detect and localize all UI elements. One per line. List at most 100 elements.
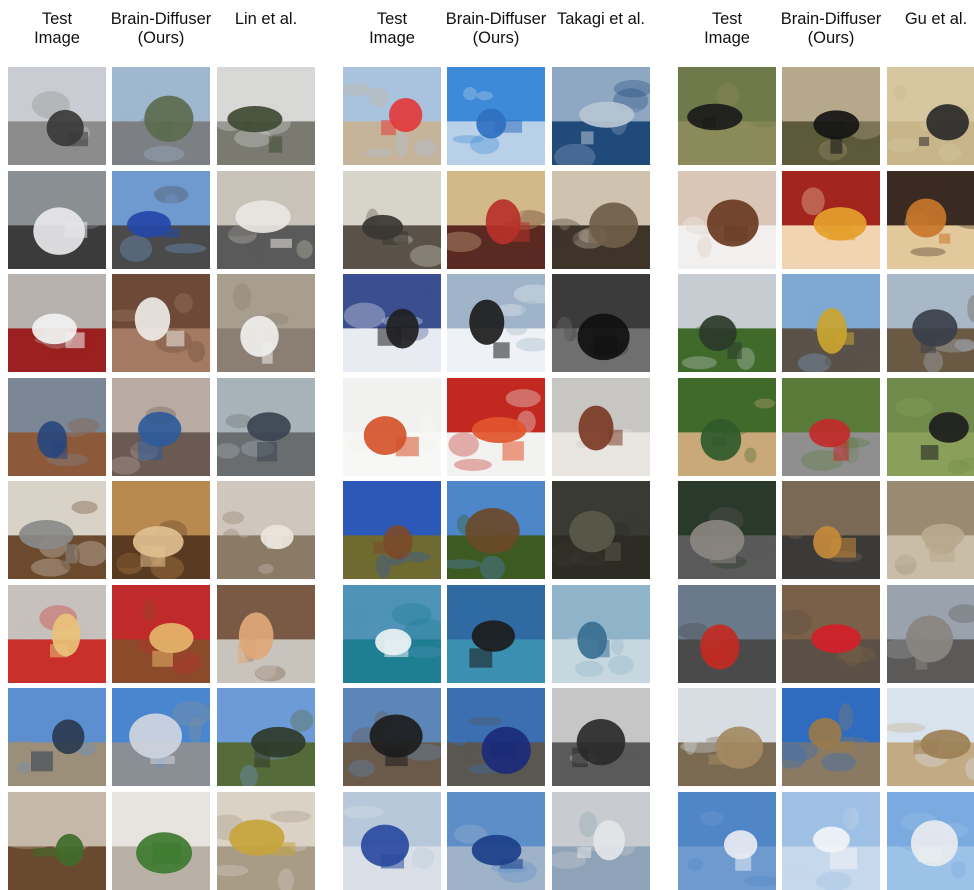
bus-street-photo <box>887 584 974 683</box>
image-row <box>8 274 326 372</box>
cat-photo <box>678 481 776 579</box>
column-header: Gu et al. <box>904 10 968 28</box>
reconstruction-ours <box>447 377 545 476</box>
clock-tower-photo <box>782 688 880 786</box>
test-image <box>678 67 776 165</box>
truck-photo <box>8 170 106 269</box>
reconstruction-ours <box>447 481 545 579</box>
test-image <box>343 274 441 372</box>
cafe-crowd-photo <box>447 170 545 269</box>
kites-beach-photo <box>552 67 650 165</box>
reconstruction-baseline <box>217 170 315 269</box>
pizza-photo <box>8 584 106 683</box>
train-tracks-photo <box>678 274 776 372</box>
truck-photo <box>217 170 315 269</box>
reconstruction-ours <box>447 791 545 890</box>
reconstruction-ours <box>112 688 210 786</box>
reconstruction-baseline <box>887 170 974 269</box>
reconstruction-ours <box>447 584 545 683</box>
train-tracks-photo <box>782 274 880 372</box>
column-header: Brain-Diffuser (Ours) <box>445 10 547 47</box>
salad-bowl-photo <box>447 377 545 476</box>
reconstruction-baseline <box>552 584 650 683</box>
reconstruction-ours <box>112 791 210 890</box>
reconstruction-ours <box>112 170 210 269</box>
reconstruction-baseline <box>552 274 650 372</box>
airplane-sky-photo <box>782 791 880 890</box>
test-image <box>8 274 106 372</box>
skier-photo <box>343 274 441 372</box>
image-row <box>8 377 326 476</box>
column-header: Test Image <box>34 10 80 47</box>
image-row <box>343 67 661 165</box>
reconstruction-ours <box>782 791 880 890</box>
test-image <box>678 791 776 890</box>
street-crowd-photo <box>217 67 315 165</box>
reconstruction-ours <box>447 274 545 372</box>
test-image <box>343 584 441 683</box>
comparison-panel: Test Image Brain-Diffuser (Ours) Takagi et… <box>343 0 661 890</box>
reconstruction-baseline <box>217 377 315 476</box>
skier-photo <box>552 274 650 372</box>
plant-vase-photo <box>112 791 210 890</box>
reconstruction-baseline <box>217 584 315 683</box>
reconstruction-ours <box>782 688 880 786</box>
reconstruction-baseline <box>887 274 974 372</box>
image-row <box>8 67 326 165</box>
reconstruction-ours <box>447 688 545 786</box>
truck-photo <box>112 170 210 269</box>
reconstruction-baseline <box>887 791 974 890</box>
clock-tower-photo <box>887 688 974 786</box>
airplane-photo <box>343 791 441 890</box>
cafe-crowd-photo <box>552 170 650 269</box>
test-image <box>343 688 441 786</box>
cat-photo <box>887 481 974 579</box>
zebra-photo <box>678 67 776 165</box>
reconstruction-baseline <box>552 67 650 165</box>
test-image <box>343 481 441 579</box>
toilet-photo <box>217 274 315 372</box>
reconstruction-baseline <box>887 67 974 165</box>
person-gift-photo <box>217 377 315 476</box>
image-row <box>343 481 661 579</box>
person-gift-photo <box>112 377 210 476</box>
column-header: Test Image <box>704 10 750 47</box>
clock-tower-photo <box>678 688 776 786</box>
reconstruction-baseline <box>887 481 974 579</box>
toilet-photo <box>112 274 210 372</box>
comparison-figure: Test Image Brain-Diffuser (Ours) Lin et al… <box>0 0 974 890</box>
kite-beach-photo <box>8 688 106 786</box>
horses-field-photo <box>447 481 545 579</box>
surfer-photo <box>343 584 441 683</box>
test-image <box>678 274 776 372</box>
train-photo <box>447 688 545 786</box>
reconstruction-ours <box>447 170 545 269</box>
plant-vase-photo <box>217 791 315 890</box>
zebra-photo <box>782 67 880 165</box>
test-image <box>8 377 106 476</box>
bus-street-photo <box>678 584 776 683</box>
reconstruction-ours <box>782 274 880 372</box>
reconstruction-baseline <box>887 584 974 683</box>
baseball-photo <box>678 377 776 476</box>
test-image <box>678 584 776 683</box>
test-image <box>343 791 441 890</box>
kitchen-photo <box>112 481 210 579</box>
airplane-sky-photo <box>887 791 974 890</box>
reconstruction-ours <box>112 377 210 476</box>
test-image <box>678 481 776 579</box>
image-row <box>343 377 661 476</box>
image-row <box>678 67 974 165</box>
image-row <box>678 688 974 786</box>
reconstruction-ours <box>112 584 210 683</box>
toilet-photo <box>8 274 106 372</box>
image-row <box>343 584 661 683</box>
reconstruction-baseline <box>217 274 315 372</box>
skier-photo <box>447 274 545 372</box>
pizza-photo <box>217 584 315 683</box>
reconstruction-baseline <box>217 688 315 786</box>
test-image <box>678 377 776 476</box>
baseball-photo <box>887 377 974 476</box>
reconstruction-baseline <box>217 481 315 579</box>
surfer-photo <box>447 584 545 683</box>
